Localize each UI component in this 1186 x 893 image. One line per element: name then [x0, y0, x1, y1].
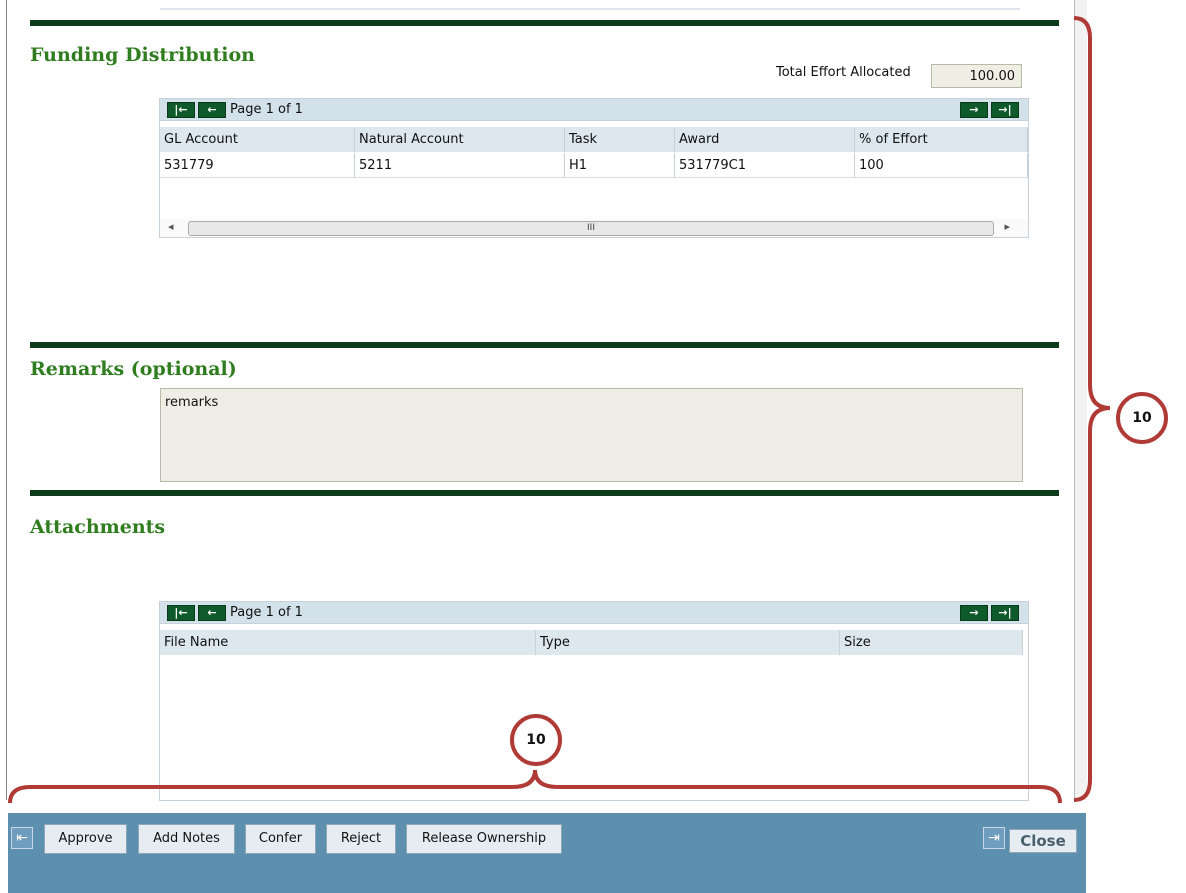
- confer-button[interactable]: Confer: [245, 824, 316, 854]
- reject-button[interactable]: Reject: [326, 824, 396, 854]
- next-arrow-icon[interactable]: ⇥: [983, 827, 1005, 849]
- callout-brackets: [8, 16, 1111, 804]
- close-button[interactable]: Close: [1009, 829, 1077, 853]
- release-ownership-button[interactable]: Release Ownership: [406, 824, 562, 854]
- bottom-brace: [8, 769, 1062, 804]
- action-toolbar: ⇤ Approve Add Notes Confer Reject Releas…: [8, 813, 1086, 893]
- previous-arrow-icon[interactable]: ⇤: [11, 827, 33, 849]
- add-notes-button[interactable]: Add Notes: [138, 824, 235, 854]
- approve-button[interactable]: Approve: [44, 824, 127, 854]
- right-brace: [1073, 16, 1111, 802]
- callout-right: 10: [1116, 392, 1168, 444]
- callout-bottom: 10: [510, 714, 562, 766]
